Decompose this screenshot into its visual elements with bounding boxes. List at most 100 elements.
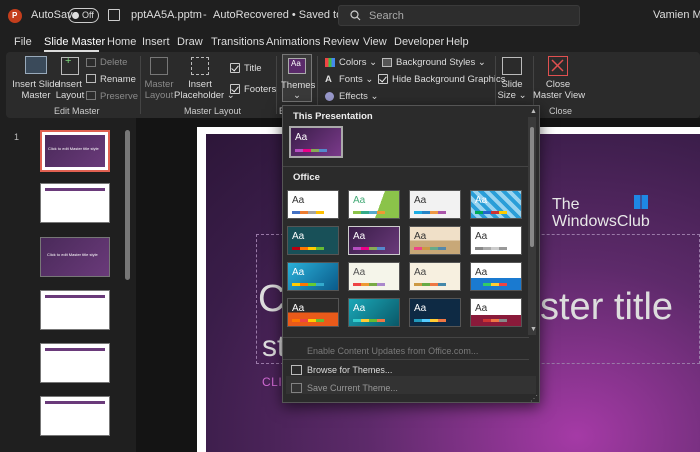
tab-slide-master[interactable]: Slide Master	[44, 36, 105, 48]
save-icon[interactable]	[108, 9, 120, 21]
theme-gallery[interactable]: Aa	[348, 262, 400, 291]
slide-size-line2: Size ⌄	[497, 90, 527, 101]
browse-icon	[291, 365, 302, 375]
colors-icon	[325, 58, 335, 67]
preserve-label: Preserve	[100, 91, 139, 102]
section-divider	[283, 337, 529, 338]
background-styles-icon	[382, 58, 392, 67]
title-separator: -	[203, 9, 207, 21]
scroll-up-icon[interactable]: ▲	[530, 108, 537, 115]
resize-grip-icon[interactable]: ⋰	[530, 394, 538, 403]
title-bar: P AutoSave Off pptAA5A.pptm - AutoRecove…	[0, 0, 700, 32]
master-layout-group-label: Master Layout	[184, 106, 242, 116]
browse-themes-item[interactable]: Browse for Themes...	[307, 365, 392, 375]
slide-master-icon	[25, 56, 47, 74]
thumb-master-title: Click to edit Master title style	[48, 146, 99, 151]
tab-animations[interactable]: Animations	[266, 36, 320, 48]
master-layout-icon	[150, 57, 168, 75]
theme-badge[interactable]: Aa	[409, 262, 461, 291]
master-layout-line2: Layout	[144, 90, 174, 101]
thumbnail-scrollbar[interactable]	[125, 130, 130, 280]
fonts-icon: A	[325, 74, 332, 85]
footers-check-icon	[230, 84, 240, 94]
logo-letter: P	[12, 11, 18, 20]
theme-office[interactable]: Aa	[287, 190, 339, 219]
search-placeholder: Search	[369, 10, 404, 22]
tab-view[interactable]: View	[363, 36, 387, 48]
menu-hover-highlight	[286, 376, 536, 394]
theme-integral[interactable]: Aa	[409, 190, 461, 219]
rename-label: Rename	[100, 74, 136, 85]
theme-ion-boardroom[interactable]: Aa	[470, 190, 522, 219]
title-check-label: Title	[244, 63, 262, 74]
hide-bg-check-icon	[378, 74, 388, 84]
theme-facet[interactable]: Aa	[348, 190, 400, 219]
theme-wisp[interactable]: Aa	[287, 262, 339, 291]
dropdown-scroll-thumb[interactable]	[530, 127, 534, 247]
plus-icon: +	[65, 55, 72, 67]
thumb-layout-1[interactable]	[40, 183, 110, 223]
tab-help[interactable]: Help	[446, 36, 469, 48]
close-master-icon	[548, 56, 568, 76]
theme-ion[interactable]: Aa	[287, 226, 339, 255]
theme-droplet[interactable]: Aa	[409, 298, 461, 327]
scroll-down-icon[interactable]: ▼	[530, 326, 537, 333]
theme-retrospect[interactable]: Aa	[409, 226, 461, 255]
insert-placeholder-line2: Placeholder ⌄	[174, 90, 235, 101]
insert-placeholder-line1: Insert	[188, 79, 212, 90]
autosave-state: Off	[82, 10, 94, 20]
tab-review[interactable]: Review	[323, 36, 359, 48]
themes-button[interactable]: Aa Themes ⌄	[281, 54, 315, 102]
watermark-logo-icon	[634, 195, 648, 209]
insert-layout-line1: Insert	[58, 79, 82, 90]
delete-icon	[86, 58, 96, 67]
slide-title-part2: ster title	[540, 286, 674, 328]
close-master-line2: Master View	[533, 90, 586, 101]
group-separator	[140, 56, 141, 114]
group-separator	[276, 56, 277, 114]
thumb-layout-3[interactable]	[40, 290, 110, 330]
themes-icon: Aa	[288, 58, 306, 74]
tab-insert[interactable]: Insert	[142, 36, 170, 48]
thumb-number: 1	[14, 132, 20, 142]
thumb-layout-5[interactable]	[40, 396, 110, 436]
master-layout-line1: Master	[144, 79, 174, 90]
search-box[interactable]: Search	[338, 5, 580, 26]
theme-main-event[interactable]: Aa	[470, 298, 522, 327]
tab-home[interactable]: Home	[107, 36, 136, 48]
section-divider	[283, 166, 529, 167]
theme-current[interactable]: Aa	[289, 126, 343, 158]
title-check-icon	[230, 63, 240, 73]
close-master-line1: Close	[545, 79, 571, 90]
theme-slice[interactable]: Aa	[470, 226, 522, 255]
autosave-toggle[interactable]: Off	[68, 8, 99, 23]
insert-layout-line2: Layout	[55, 90, 85, 101]
thumb-layout-4[interactable]	[40, 343, 110, 383]
thumb-layout-2[interactable]: Click to edit Master title style	[40, 237, 110, 277]
theme-berlin[interactable]: Aa	[470, 262, 522, 291]
thumb-master[interactable]: Click to edit Master title style	[40, 130, 110, 172]
placeholder-icon	[191, 57, 209, 75]
tab-file[interactable]: File	[14, 36, 32, 48]
colors-label: Colors ⌄	[339, 57, 378, 68]
file-name: pptAA5A.pptm	[131, 9, 202, 21]
themes-line2: ⌄	[293, 90, 301, 101]
edit-master-group-label: Edit Master	[54, 106, 100, 116]
effects-label: Effects ⌄	[339, 91, 379, 102]
office-heading: Office	[293, 172, 320, 183]
tab-draw[interactable]: Draw	[177, 36, 203, 48]
theme-organic[interactable]: Aa	[348, 226, 400, 255]
this-presentation-heading: This Presentation	[293, 111, 373, 122]
tab-developer[interactable]: Developer	[394, 36, 444, 48]
menu-bar: File Slide Master Home Insert Draw Trans…	[0, 32, 700, 52]
thumb-layout-title: Click to edit Master title style	[47, 252, 98, 257]
section-divider	[283, 359, 529, 360]
footers-check-label: Footers	[244, 84, 277, 95]
enable-content-updates-item[interactable]: Enable Content Updates from Office.com..…	[307, 346, 478, 356]
tab-transitions[interactable]: Transitions	[211, 36, 264, 48]
theme-dividend[interactable]: Aa	[348, 298, 400, 327]
theme-circuit[interactable]: Aa	[287, 298, 339, 327]
user-name[interactable]: Vamien McK	[653, 9, 700, 21]
preserve-icon	[86, 91, 96, 100]
theme-current-aa: Aa	[295, 132, 308, 143]
